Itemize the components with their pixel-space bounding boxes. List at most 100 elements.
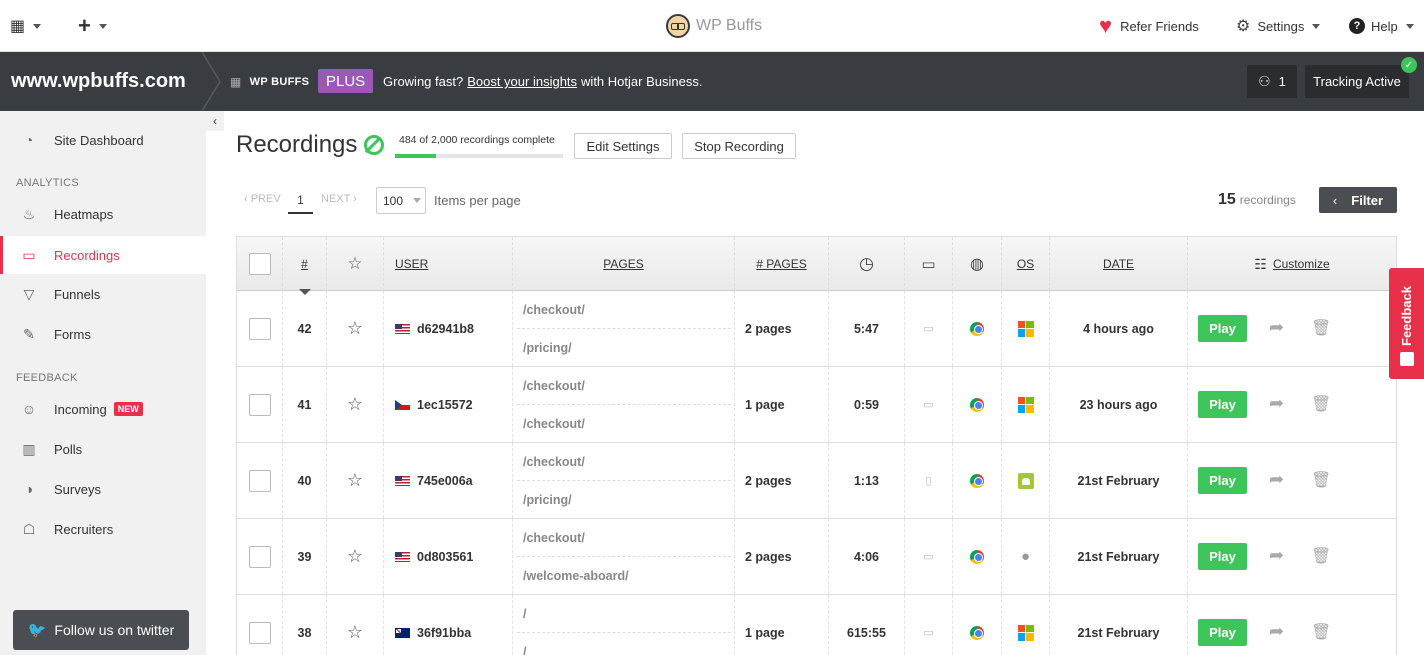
help-menu[interactable]: ? Help bbox=[1349, 0, 1414, 52]
prev-page-link[interactable]: ‹ PREV bbox=[244, 193, 281, 205]
os-cell bbox=[1002, 291, 1050, 366]
visited-page-link[interactable]: /checkout/ bbox=[523, 417, 585, 431]
site-selector[interactable]: www.wpbuffs.com bbox=[11, 52, 186, 111]
row-checkbox[interactable] bbox=[248, 317, 271, 340]
table-row[interactable]: 42 ☆ d62941b8/checkout/ /pricing/2 pages 5:4… bbox=[237, 291, 1396, 367]
trash-icon[interactable]: 🗑 bbox=[1311, 394, 1331, 414]
stop-recording-button[interactable]: Stop Recording bbox=[682, 133, 796, 159]
tracking-status-button[interactable]: Tracking Active bbox=[1305, 65, 1409, 98]
funnel-icon: ▽ bbox=[23, 285, 35, 302]
visited-page-link[interactable]: /checkout/ bbox=[523, 455, 585, 469]
active-users-button[interactable]: ⚇ 1 bbox=[1247, 65, 1297, 98]
play-button[interactable]: Play bbox=[1198, 467, 1247, 494]
filter-button[interactable]: ‹ Filter bbox=[1319, 187, 1397, 213]
visited-page-link[interactable]: /checkout/ bbox=[523, 531, 585, 545]
trash-icon[interactable]: 🗑 bbox=[1311, 470, 1331, 490]
user-id[interactable]: 745e006a bbox=[384, 443, 513, 518]
feedback-tab[interactable]: Feedback bbox=[1389, 268, 1424, 379]
visited-page-link[interactable]: /welcome-aboard/ bbox=[523, 569, 629, 583]
visited-page-link[interactable]: / bbox=[523, 645, 526, 655]
column-header-favorite[interactable]: ☆ bbox=[327, 237, 384, 291]
row-checkbox[interactable] bbox=[248, 621, 271, 644]
column-header-page-count[interactable]: # PAGES bbox=[735, 237, 829, 291]
play-button[interactable]: Play bbox=[1198, 543, 1247, 570]
table-row[interactable]: 38 ☆ 36f91bba //1 page 615:55 ▭ 21st February P… bbox=[237, 595, 1396, 655]
trash-icon[interactable]: 🗑 bbox=[1311, 318, 1331, 338]
column-header-date[interactable]: DATE bbox=[1050, 237, 1188, 291]
table-row[interactable]: 41 ☆ 1ec15572/checkout/ /checkout/1 page 0:5… bbox=[237, 367, 1396, 443]
sidebar-item-label: Recruiters bbox=[54, 521, 114, 537]
share-icon[interactable]: ➦ bbox=[1269, 545, 1284, 566]
sidebar-item-polls[interactable]: ▥ Polls bbox=[0, 431, 206, 467]
items-per-page-select[interactable]: 100 bbox=[376, 187, 426, 214]
row-checkbox[interactable] bbox=[248, 393, 271, 416]
user-id[interactable]: d62941b8 bbox=[384, 291, 513, 366]
current-page[interactable]: 1 bbox=[288, 190, 313, 214]
customize-columns-button[interactable]: ☷ Customize bbox=[1188, 237, 1396, 291]
device-cell: ▭ bbox=[905, 367, 953, 442]
share-icon[interactable]: ➦ bbox=[1269, 393, 1284, 414]
organization-name[interactable]: ▦ WP BUFFS bbox=[230, 52, 309, 111]
column-header-user[interactable]: USER bbox=[384, 237, 513, 291]
duration: 0:59 bbox=[829, 367, 905, 442]
trash-icon[interactable]: 🗑 bbox=[1311, 546, 1331, 566]
column-header-pages[interactable]: PAGES bbox=[513, 237, 735, 291]
device-cell: ▭ bbox=[905, 291, 953, 366]
table-row[interactable]: 40 ☆ 745e006a/checkout/ /pricing/2 pages 1:1… bbox=[237, 443, 1396, 519]
add-new-menu[interactable]: + bbox=[78, 0, 107, 52]
app-logo[interactable]: WP Buffs bbox=[666, 0, 762, 52]
column-header-duration[interactable]: ◷ bbox=[829, 237, 905, 291]
sidebar-collapse-button[interactable]: ‹ bbox=[206, 111, 224, 131]
refer-friends-link[interactable]: ♥ Refer Friends bbox=[1099, 0, 1199, 52]
organization-switcher[interactable]: ▦ bbox=[10, 0, 42, 52]
column-header-device[interactable]: ▭ bbox=[905, 237, 953, 291]
chevron-down-icon bbox=[413, 198, 422, 203]
column-header-browser[interactable]: ◍ bbox=[953, 237, 1002, 291]
user-id[interactable]: 0d803561 bbox=[384, 519, 513, 594]
user-id[interactable]: 36f91bba bbox=[384, 595, 513, 655]
table-row[interactable]: 39 ☆ 0d803561/checkout/ /welcome-aboard/2 p… bbox=[237, 519, 1396, 595]
share-icon[interactable]: ➦ bbox=[1269, 621, 1284, 642]
recording-date: 21st February bbox=[1050, 519, 1188, 594]
visited-page-link[interactable]: /pricing/ bbox=[523, 341, 572, 355]
page-divider bbox=[517, 328, 731, 329]
settings-menu[interactable]: ⚙ Settings bbox=[1236, 0, 1321, 52]
page-count: 1 page bbox=[735, 367, 829, 442]
visited-pages: /checkout/ /pricing/ bbox=[513, 443, 735, 518]
favorite-toggle[interactable]: ☆ bbox=[327, 443, 384, 518]
visited-page-link[interactable]: /checkout/ bbox=[523, 379, 585, 393]
boost-insights-link[interactable]: Boost your insights bbox=[467, 74, 577, 89]
share-icon[interactable]: ➦ bbox=[1269, 469, 1284, 490]
select-all-checkbox[interactable] bbox=[248, 253, 271, 275]
favorite-toggle[interactable]: ☆ bbox=[327, 291, 384, 366]
sidebar-item-incoming[interactable]: ☺ Incoming NEW bbox=[0, 391, 206, 427]
sidebar-item-recruiters[interactable]: ☖ Recruiters bbox=[0, 511, 206, 547]
favorite-toggle[interactable]: ☆ bbox=[327, 519, 384, 594]
sidebar-item-funnels[interactable]: ▽ Funnels bbox=[0, 276, 206, 312]
next-page-link[interactable]: NEXT › bbox=[321, 193, 357, 205]
edit-settings-button[interactable]: Edit Settings bbox=[574, 133, 672, 159]
play-button[interactable]: Play bbox=[1198, 315, 1247, 342]
visited-page-link[interactable]: / bbox=[523, 607, 526, 621]
row-checkbox[interactable] bbox=[248, 469, 271, 492]
favorite-toggle[interactable]: ☆ bbox=[327, 367, 384, 442]
follow-twitter-button[interactable]: 🐦 Follow us on twitter bbox=[13, 610, 189, 650]
sidebar-item-surveys[interactable]: ◑ Surveys bbox=[0, 471, 206, 507]
play-button[interactable]: Play bbox=[1198, 391, 1247, 418]
share-icon[interactable]: ➦ bbox=[1269, 317, 1284, 338]
sidebar-item-heatmaps[interactable]: ♨ Heatmaps bbox=[0, 196, 206, 232]
visited-page-link[interactable]: /pricing/ bbox=[523, 493, 572, 507]
column-header-os[interactable]: OS bbox=[1002, 237, 1050, 291]
user-id[interactable]: 1ec15572 bbox=[384, 367, 513, 442]
trash-icon[interactable]: 🗑 bbox=[1311, 622, 1331, 642]
sidebar-item-recordings[interactable]: ▭ Recordings bbox=[0, 236, 206, 274]
play-button[interactable]: Play bbox=[1198, 619, 1247, 646]
twitter-label: Follow us on twitter bbox=[54, 622, 175, 638]
visited-page-link[interactable]: /checkout/ bbox=[523, 303, 585, 317]
sidebar-item-forms[interactable]: ✎ Forms bbox=[0, 316, 206, 352]
row-actions: Play bbox=[1188, 519, 1396, 594]
column-header-number[interactable]: # bbox=[283, 237, 327, 291]
sidebar-item-site-dashboard[interactable]: ◔ Site Dashboard bbox=[0, 122, 206, 158]
row-checkbox[interactable] bbox=[248, 545, 271, 568]
favorite-toggle[interactable]: ☆ bbox=[327, 595, 384, 655]
